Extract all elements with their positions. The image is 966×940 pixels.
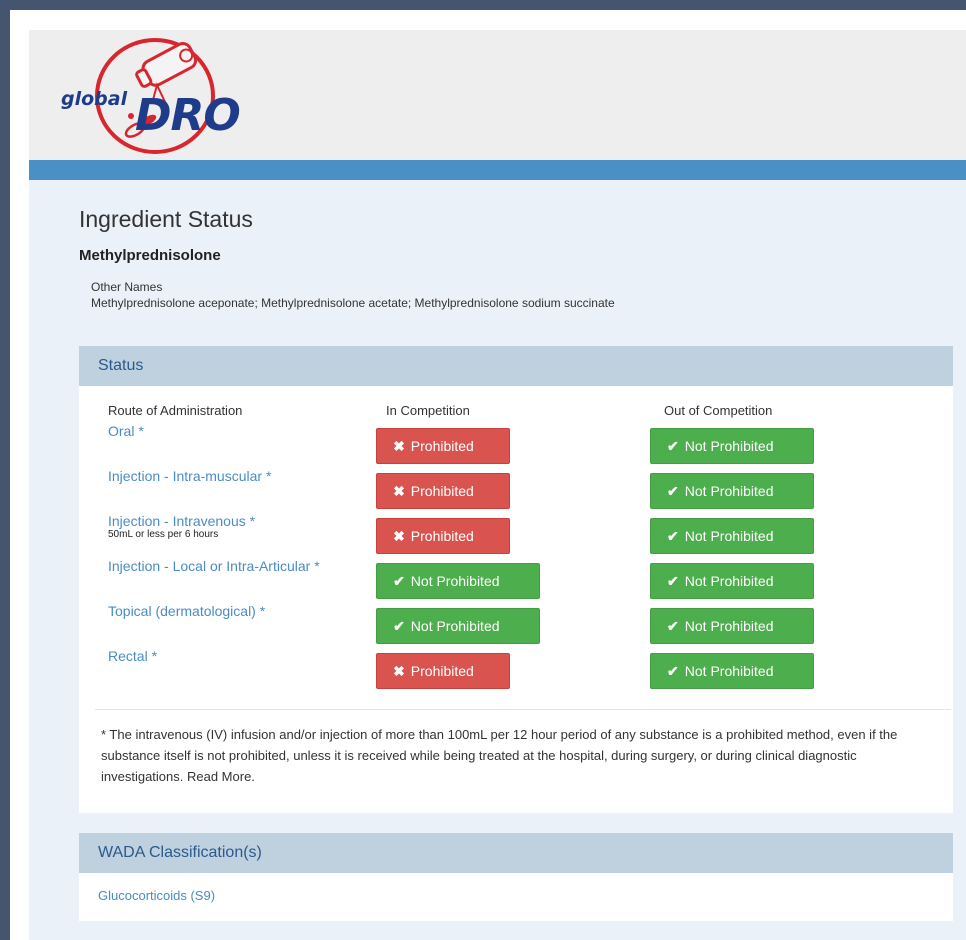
route-row: Injection - Intravenous * 50mL or less pe… [108, 509, 924, 554]
in-competition-cell: ✔ Not Prohibited [376, 554, 650, 599]
in-competition-cell: ✔ Not Prohibited [376, 599, 650, 644]
page: global DRO Ingredient Status Methylpredn… [29, 30, 966, 940]
status-column-headers: Route of Administration In Competition O… [108, 403, 924, 419]
wada-classification-link[interactable]: Glucocorticoids (S9) [79, 873, 953, 921]
not-prohibited-badge: ✔ Not Prohibited [376, 563, 541, 599]
logo-word-global: global [61, 88, 128, 110]
status-panel: Status Route of Administration In Compet… [79, 346, 953, 813]
out-of-competition-cell: ✔ Not Prohibited [650, 509, 924, 554]
x-mark-icon: ✖ [393, 437, 405, 454]
out-of-competition-cell: ✔ Not Prohibited [650, 644, 924, 689]
badge-label: Not Prohibited [684, 663, 774, 679]
route-row: Injection - Local or Intra-Articular * ✔ N… [108, 554, 924, 599]
route-link[interactable]: Injection - Intravenous * [108, 513, 376, 529]
ingredient-name: Methylprednisolone [79, 247, 221, 264]
route-rows: Oral * ✖ Prohibited ✔ Not Prohibited Injectio… [108, 419, 924, 689]
not-prohibited-badge: ✔ Not Prohibited [650, 518, 815, 554]
badge-label: Prohibited [410, 663, 474, 679]
check-mark-icon: ✔ [667, 527, 679, 544]
prohibited-badge: ✖ Prohibited [376, 653, 511, 689]
in-competition-cell: ✖ Prohibited [376, 419, 650, 464]
badge-label: Not Prohibited [684, 483, 774, 499]
window-frame: global DRO Ingredient Status Methylpredn… [10, 10, 966, 940]
check-mark-icon: ✔ [667, 482, 679, 499]
in-competition-cell: ✖ Prohibited [376, 509, 650, 554]
x-mark-icon: ✖ [393, 482, 405, 499]
route-link[interactable]: Oral * [108, 423, 376, 439]
prohibited-badge: ✖ Prohibited [376, 428, 511, 464]
check-mark-icon: ✔ [667, 662, 679, 679]
main-content: Ingredient Status Methylprednisolone Oth… [29, 180, 966, 921]
route-cell: Topical (dermatological) * [108, 599, 376, 644]
badge-label: Not Prohibited [684, 573, 774, 589]
route-link[interactable]: Injection - Local or Intra-Articular * [108, 558, 376, 574]
x-mark-icon: ✖ [393, 662, 405, 679]
not-prohibited-badge: ✔ Not Prohibited [650, 608, 815, 644]
in-competition-cell: ✖ Prohibited [376, 644, 650, 689]
in-competition-cell: ✖ Prohibited [376, 464, 650, 509]
route-row: Rectal * ✖ Prohibited ✔ Not Prohibited [108, 644, 924, 689]
status-divider [95, 709, 951, 710]
out-of-competition-cell: ✔ Not Prohibited [650, 419, 924, 464]
route-note: 50mL or less per 6 hours [108, 529, 219, 540]
wada-panel: WADA Classification(s) Glucocorticoids (… [79, 833, 953, 921]
not-prohibited-badge: ✔ Not Prohibited [650, 428, 815, 464]
status-panel-body: Route of Administration In Competition O… [79, 386, 953, 710]
wada-panel-heading: WADA Classification(s) [79, 833, 953, 873]
badge-label: Prohibited [410, 438, 474, 454]
route-cell: Injection - Intravenous * 50mL or less pe… [108, 509, 376, 554]
check-mark-icon: ✔ [667, 437, 679, 454]
route-link[interactable]: Rectal * [108, 648, 376, 664]
route-row: Injection - Intra-muscular * ✖ Prohibited ✔… [108, 464, 924, 509]
prohibited-badge: ✖ Prohibited [376, 473, 511, 509]
badge-label: Not Prohibited [684, 618, 774, 634]
route-cell: Oral * [108, 419, 376, 464]
not-prohibited-badge: ✔ Not Prohibited [650, 473, 815, 509]
badge-label: Not Prohibited [410, 618, 500, 634]
route-row: Oral * ✖ Prohibited ✔ Not Prohibited [108, 419, 924, 464]
route-cell: Injection - Intra-muscular * [108, 464, 376, 509]
header-accent-bar [29, 160, 966, 180]
badge-label: Not Prohibited [684, 438, 774, 454]
column-header-out-of-competition: Out of Competition [664, 403, 773, 418]
not-prohibited-badge: ✔ Not Prohibited [650, 563, 815, 599]
column-header-route: Route of Administration [108, 403, 243, 418]
out-of-competition-cell: ✔ Not Prohibited [650, 554, 924, 599]
logo-word-dro: DRO [135, 90, 241, 141]
badge-label: Not Prohibited [684, 528, 774, 544]
check-mark-icon: ✔ [393, 572, 405, 589]
other-names-value: Methylprednisolone aceponate; Methylpred… [91, 296, 615, 310]
iv-footnote: * The intravenous (IV) infusion and/or i… [101, 727, 898, 784]
badge-label: Prohibited [410, 528, 474, 544]
page-title: Ingredient Status [79, 206, 253, 232]
x-mark-icon: ✖ [393, 527, 405, 544]
check-mark-icon: ✔ [667, 572, 679, 589]
route-link[interactable]: Topical (dermatological) * [108, 603, 376, 619]
check-mark-icon: ✔ [393, 617, 405, 634]
badge-label: Prohibited [410, 483, 474, 499]
not-prohibited-badge: ✔ Not Prohibited [650, 653, 815, 689]
not-prohibited-badge: ✔ Not Prohibited [376, 608, 541, 644]
column-header-in-competition: In Competition [386, 403, 470, 418]
prohibited-badge: ✖ Prohibited [376, 518, 511, 554]
out-of-competition-cell: ✔ Not Prohibited [650, 464, 924, 509]
route-cell: Rectal * [108, 644, 376, 689]
check-mark-icon: ✔ [667, 617, 679, 634]
badge-label: Not Prohibited [410, 573, 500, 589]
other-names-label: Other Names [91, 280, 163, 294]
route-cell: Injection - Local or Intra-Articular * [108, 554, 376, 599]
out-of-competition-cell: ✔ Not Prohibited [650, 599, 924, 644]
route-row: Topical (dermatological) * ✔ Not Prohibite… [108, 599, 924, 644]
status-panel-heading: Status [79, 346, 953, 386]
route-link[interactable]: Injection - Intra-muscular * [108, 468, 376, 484]
globaldro-logo[interactable]: global DRO [57, 30, 247, 158]
site-header: global DRO [29, 30, 966, 160]
